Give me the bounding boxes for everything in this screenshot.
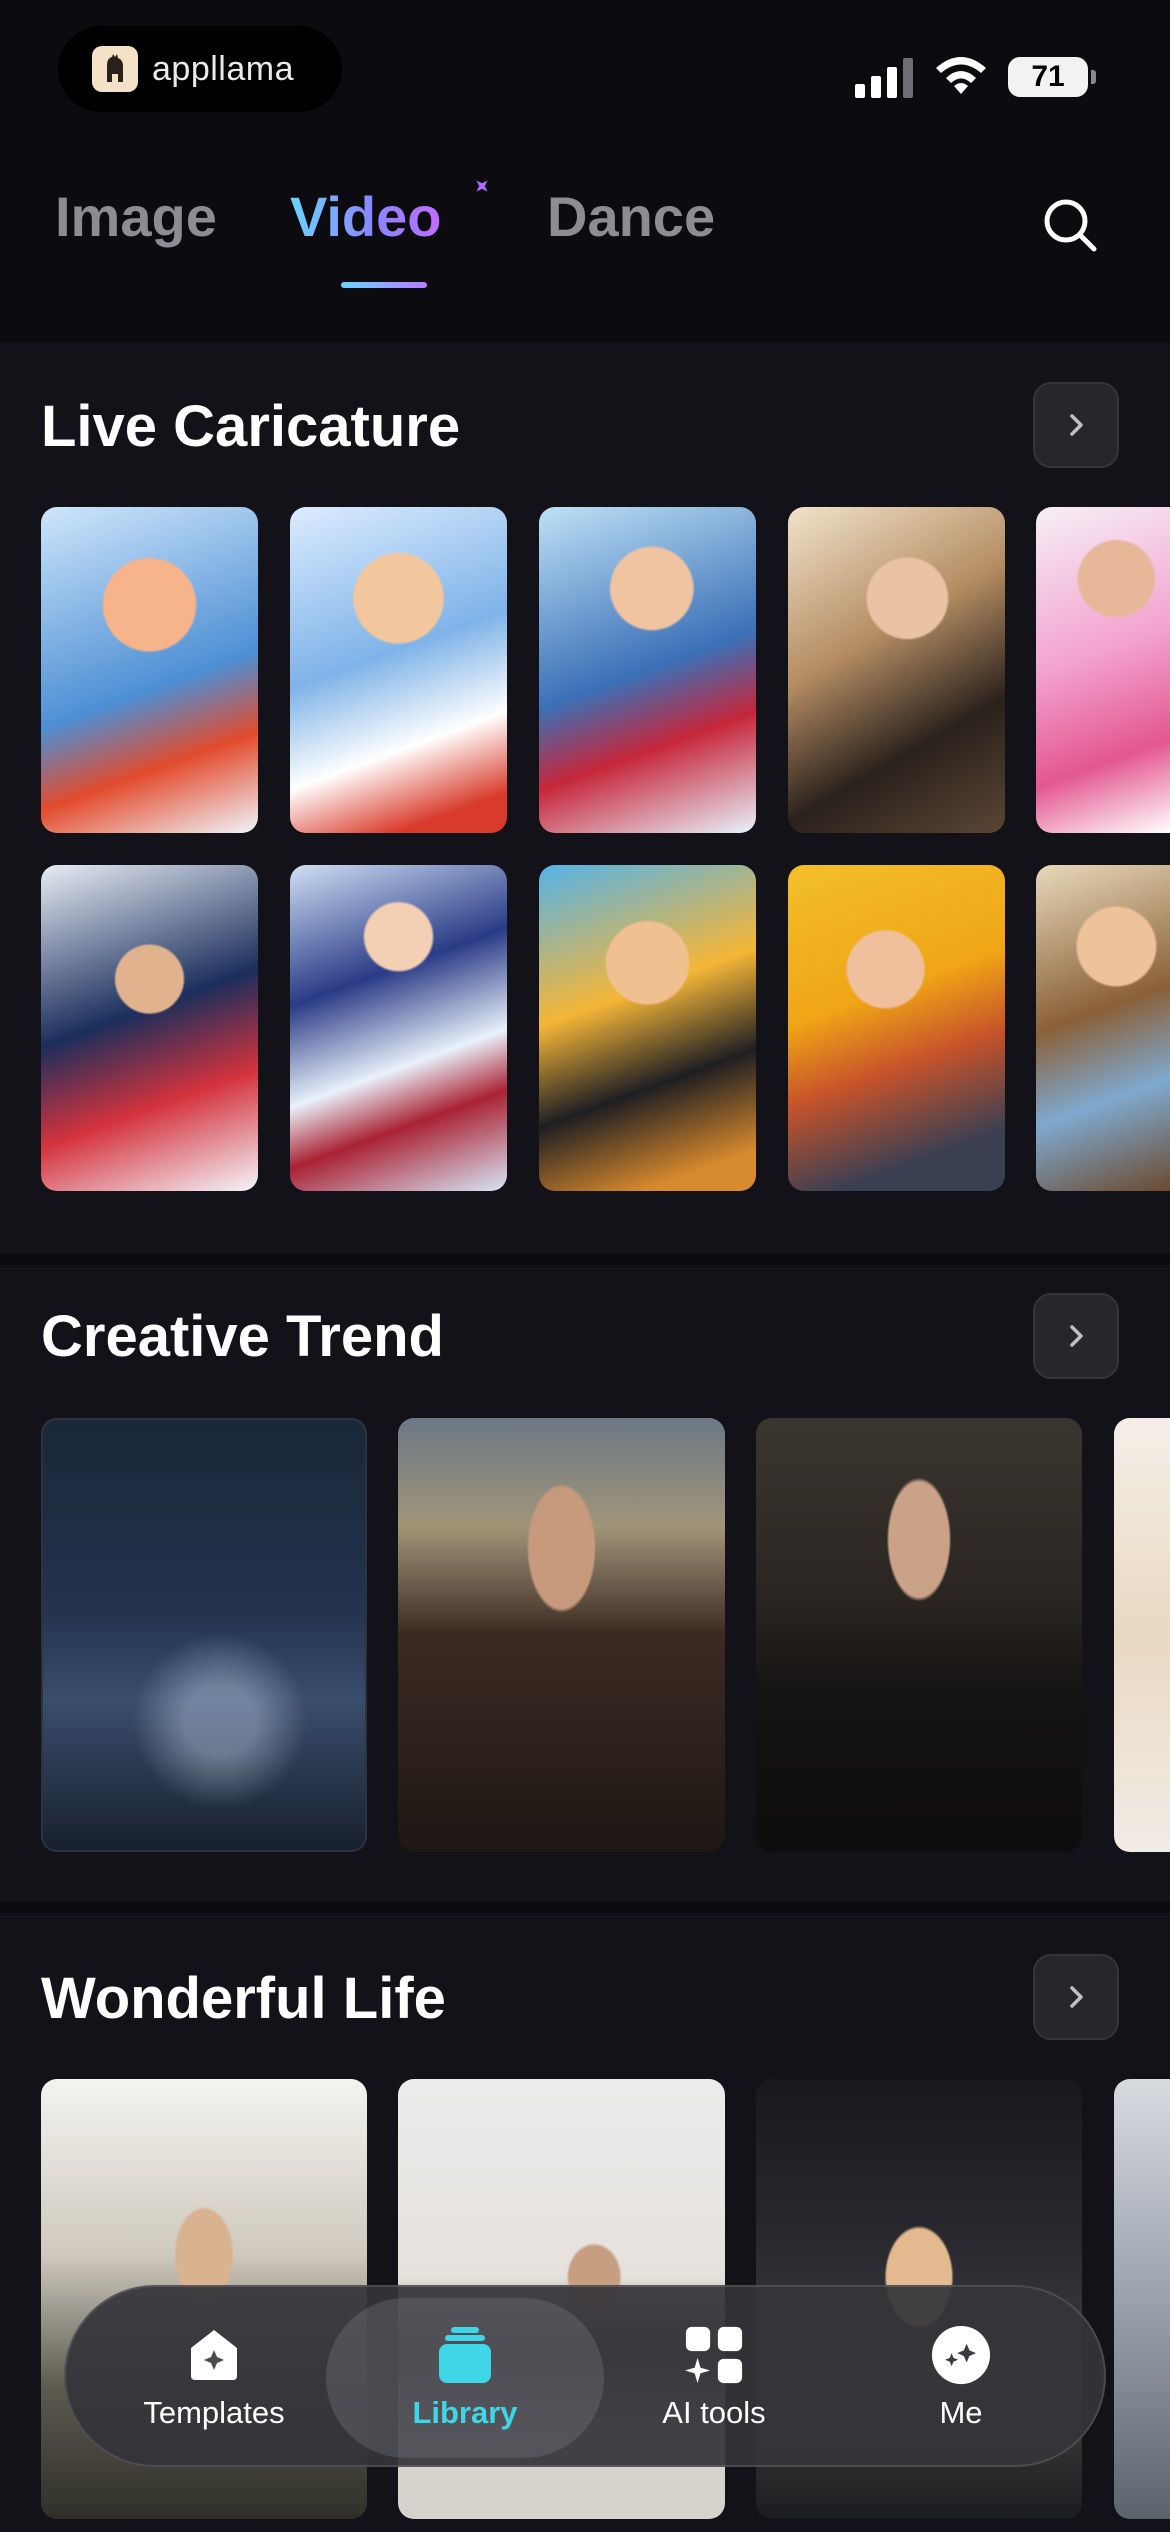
caricature-thumbnail[interactable]	[539, 865, 756, 1191]
life-video-thumbnail[interactable]	[1114, 2079, 1170, 2519]
trend-video-thumbnail[interactable]	[1114, 1418, 1170, 1852]
trend-video-thumbnail[interactable]	[756, 1418, 1082, 1852]
trend-video-thumbnail[interactable]	[398, 1418, 725, 1852]
nav-label: AI tools	[662, 2395, 766, 2430]
caricature-thumbnail[interactable]	[290, 865, 507, 1191]
caricature-thumbnail[interactable]	[788, 507, 1005, 833]
nav-library[interactable]: Library	[326, 2298, 604, 2458]
sparkle-icon	[471, 175, 494, 198]
nav-me[interactable]: Me	[861, 2287, 1061, 2469]
section-title: Creative Trend	[41, 1304, 444, 1369]
bottom-navigation-bar: Templates Library AI tools Me	[64, 2285, 1106, 2467]
status-bar: appllama 71	[0, 0, 1170, 140]
caricature-thumbnail[interactable]	[1036, 865, 1170, 1191]
category-tabs: Image Video Dance	[0, 150, 1170, 340]
caricature-thumbnail[interactable]	[290, 507, 507, 833]
nav-label: Templates	[143, 2395, 285, 2430]
caricature-thumbnail[interactable]	[1036, 507, 1170, 833]
cellular-signal-icon	[855, 58, 913, 98]
section-title: Live Caricature	[41, 394, 461, 459]
search-icon	[1044, 199, 1097, 252]
tab-video[interactable]: Video	[290, 184, 441, 249]
see-more-button[interactable]	[1033, 1954, 1119, 2040]
nav-label: Library	[412, 2395, 518, 2430]
active-tab-indicator	[341, 282, 427, 288]
caricature-thumbnail[interactable]	[539, 507, 756, 833]
library-icon	[435, 2325, 495, 2385]
chevron-right-icon	[1070, 414, 1083, 436]
app-indicator-pill[interactable]: appllama	[58, 26, 342, 112]
trend-video-thumbnail[interactable]	[41, 1418, 367, 1852]
wifi-icon	[936, 57, 986, 94]
ai-tools-icon	[684, 2325, 744, 2385]
see-more-button[interactable]	[1033, 382, 1119, 468]
search-button[interactable]	[1035, 190, 1105, 260]
section-title: Wonderful Life	[41, 1966, 446, 2031]
see-more-button[interactable]	[1033, 1293, 1119, 1379]
chevron-right-icon	[1070, 1986, 1083, 2008]
chevron-right-icon	[1070, 1325, 1083, 1347]
me-icon	[931, 2325, 991, 2385]
section-divider	[0, 1901, 1170, 1913]
section-divider	[0, 1253, 1170, 1265]
templates-icon	[184, 2325, 244, 2385]
llama-logo-icon	[92, 46, 138, 92]
nav-label: Me	[939, 2395, 983, 2430]
caricature-thumbnail[interactable]	[41, 507, 258, 833]
app-name: appllama	[152, 49, 294, 88]
tab-dance[interactable]: Dance	[547, 184, 715, 249]
battery-indicator: 71	[1008, 57, 1096, 97]
caricature-thumbnail[interactable]	[41, 865, 258, 1191]
caricature-thumbnail[interactable]	[788, 865, 1005, 1191]
tab-image[interactable]: Image	[55, 184, 217, 249]
nav-ai-tools[interactable]: AI tools	[614, 2287, 814, 2469]
nav-templates[interactable]: Templates	[114, 2287, 314, 2469]
